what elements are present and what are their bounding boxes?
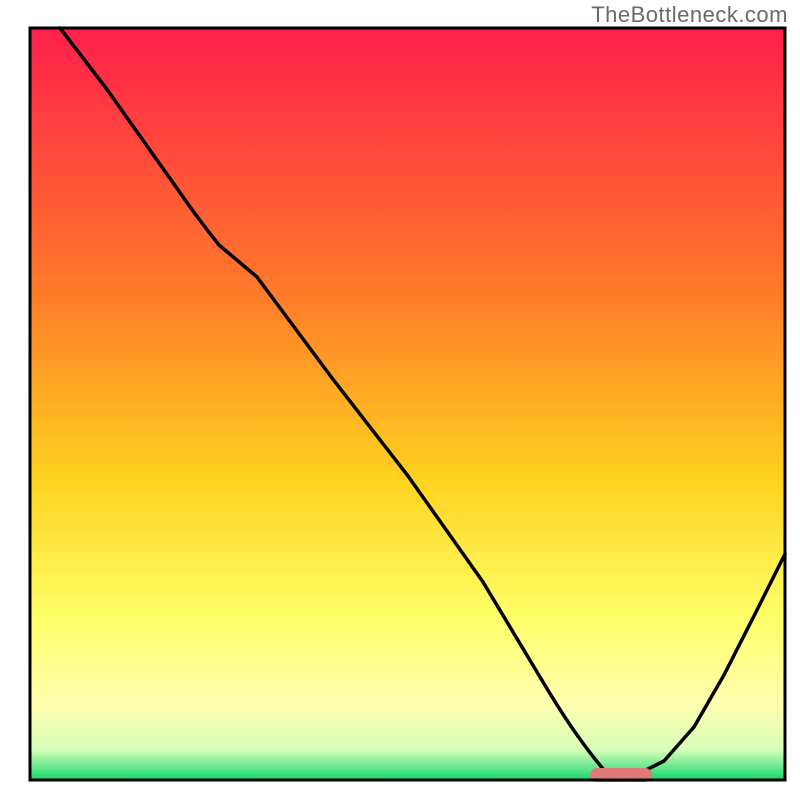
chart-frame: TheBottleneck.com: [0, 0, 800, 800]
watermark-text: TheBottleneck.com: [591, 2, 788, 28]
chart-svg: [0, 0, 800, 800]
